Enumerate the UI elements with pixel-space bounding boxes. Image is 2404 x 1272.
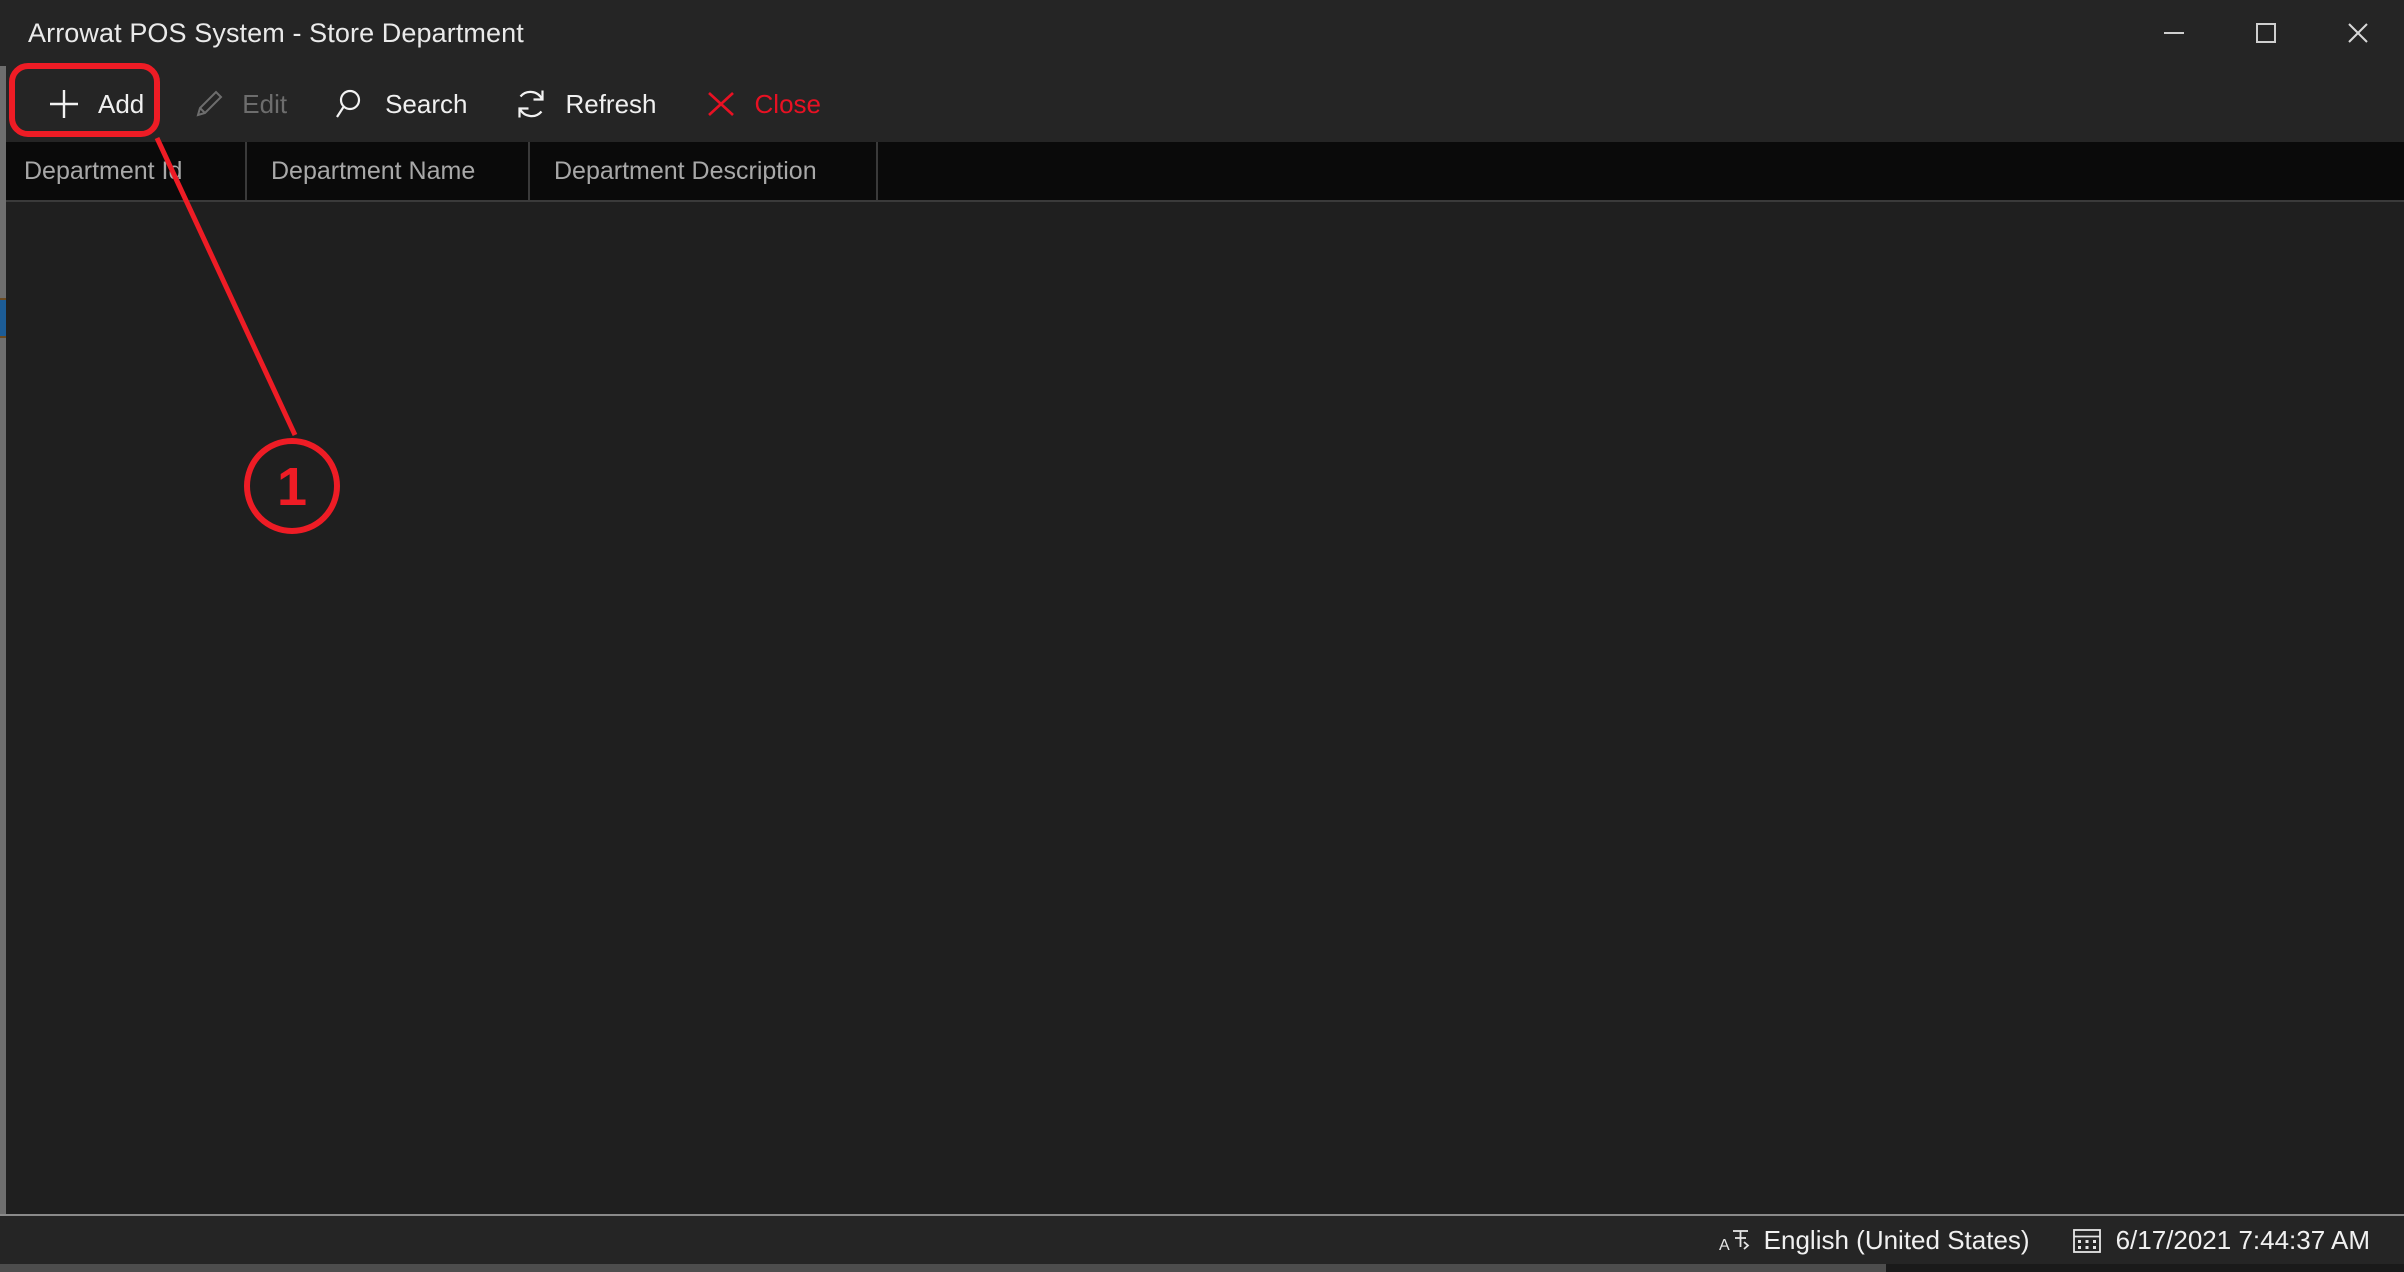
maximize-button[interactable]	[2220, 0, 2312, 66]
plus-icon	[44, 84, 84, 124]
datetime-label: 6/17/2021 7:44:37 AM	[2115, 1224, 2370, 1255]
horizontal-scrollbar[interactable]	[0, 1264, 2404, 1272]
grid-header-row: Department Id Department Name Department…	[0, 142, 2404, 202]
left-window-edge	[0, 66, 6, 1214]
window-controls	[2128, 0, 2404, 66]
edit-button[interactable]: Edit	[166, 71, 309, 137]
application-window: Arrowat POS System - Store Department Ad…	[0, 0, 2404, 1272]
x-icon	[701, 84, 741, 124]
add-button-label: Add	[98, 88, 145, 119]
horizontal-scrollbar-thumb[interactable]	[1886, 1264, 2404, 1272]
grid-body[interactable]	[0, 202, 2404, 1214]
column-header-department-name[interactable]: Department Name	[247, 142, 530, 200]
search-button[interactable]: Search	[309, 71, 489, 137]
close-button-label: Close	[754, 88, 821, 119]
column-header-filler	[878, 142, 2404, 200]
left-edge-marker	[0, 298, 6, 338]
status-bar: A English (United States) 6/17/2021 7:44…	[0, 1214, 2404, 1264]
refresh-button-label: Refresh	[565, 88, 657, 119]
keyboard-language-icon: A	[1718, 1223, 1752, 1257]
close-window-button[interactable]	[2312, 0, 2404, 66]
refresh-icon	[511, 84, 551, 124]
maximize-icon	[2249, 16, 2283, 50]
add-button[interactable]: Add	[22, 71, 166, 137]
close-icon	[2341, 16, 2375, 50]
search-button-label: Search	[385, 88, 468, 119]
column-header-department-description[interactable]: Department Description	[530, 142, 878, 200]
title-bar: Arrowat POS System - Store Department	[0, 0, 2404, 66]
language-indicator[interactable]: A English (United States)	[1718, 1223, 2030, 1257]
column-header-department-id[interactable]: Department Id	[0, 142, 247, 200]
minimize-button[interactable]	[2128, 0, 2220, 66]
datetime-indicator[interactable]: 6/17/2021 7:44:37 AM	[2070, 1223, 2370, 1257]
window-title: Arrowat POS System - Store Department	[28, 17, 524, 48]
department-grid: Department Id Department Name Department…	[0, 142, 2404, 1214]
svg-text:A: A	[1719, 1237, 1730, 1254]
toolbar: Add Edit Search Refresh Close	[0, 66, 2404, 142]
language-label: English (United States)	[1763, 1224, 2030, 1255]
calendar-icon	[2070, 1223, 2104, 1257]
close-button[interactable]: Close	[679, 71, 843, 137]
pencil-icon	[188, 84, 228, 124]
magnifier-icon	[331, 84, 371, 124]
minimize-icon	[2157, 16, 2191, 50]
refresh-button[interactable]: Refresh	[489, 71, 678, 137]
edit-button-label: Edit	[242, 88, 288, 119]
